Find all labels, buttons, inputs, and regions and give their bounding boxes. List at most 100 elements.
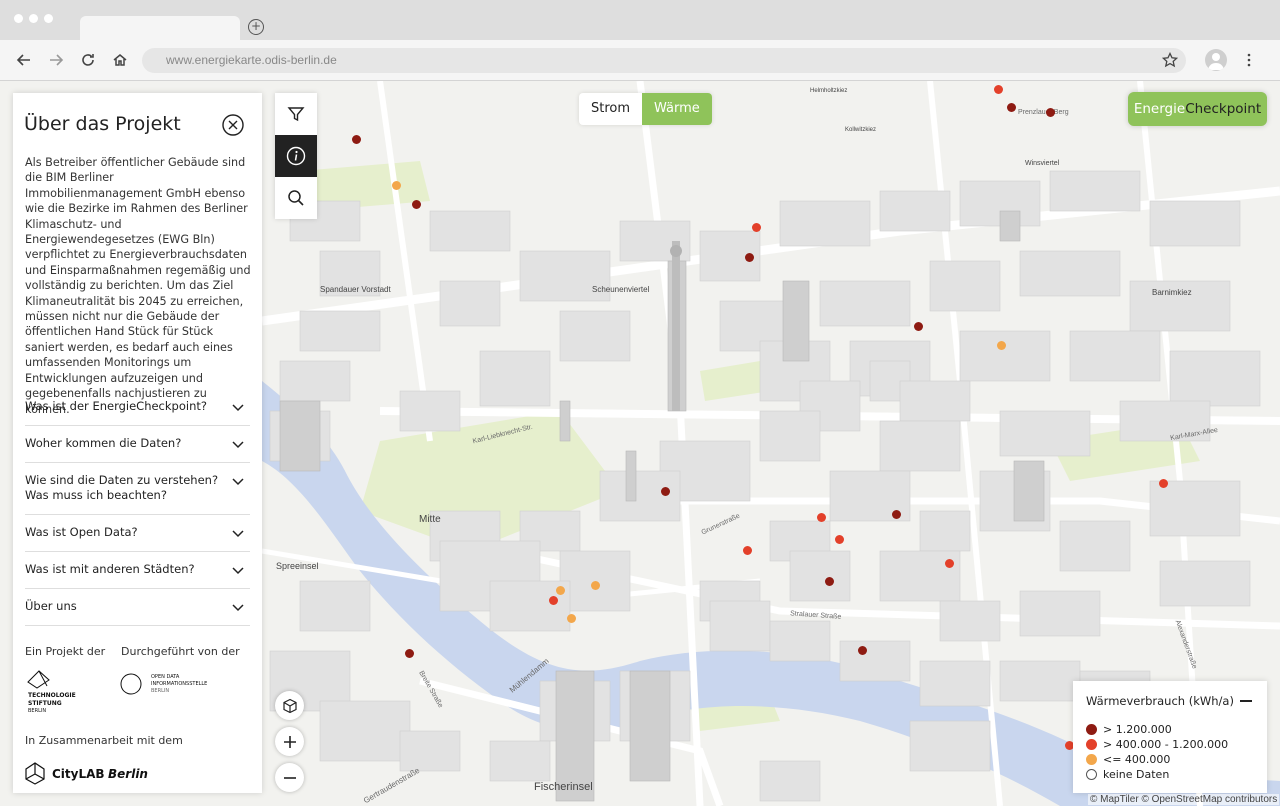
building-marker[interactable]: [817, 513, 826, 522]
chevron-down-icon: [232, 478, 244, 486]
map-label-spreeinsel: Spreeinsel: [276, 561, 319, 571]
building-marker[interactable]: [835, 535, 844, 544]
odis-logo-line: BERLIN: [151, 688, 169, 694]
odis-logo-line: INFORMATIONSSTELLE: [151, 681, 207, 687]
faq-label: Was ist der EnergieCheckpoint?: [25, 399, 207, 413]
close-icon[interactable]: [222, 114, 244, 136]
chevron-down-icon: [232, 604, 244, 612]
map-legend: Wärmeverbrauch (kWh/a) > 1.200.000 > 400…: [1073, 681, 1267, 793]
faq-item[interactable]: Was ist der EnergieCheckpoint?: [25, 389, 250, 426]
panel-title: Über das Projekt: [24, 113, 181, 135]
building-marker[interactable]: [661, 487, 670, 496]
3d-view-button[interactable]: [275, 691, 304, 720]
building-marker[interactable]: [352, 135, 361, 144]
building-marker[interactable]: [752, 223, 761, 232]
chevron-down-icon: [232, 441, 244, 449]
legend-label: keine Daten: [1103, 768, 1170, 781]
legend-item: > 1.200.000: [1086, 723, 1172, 736]
building-marker[interactable]: [549, 596, 558, 605]
building-marker[interactable]: [1046, 108, 1055, 117]
filter-button[interactable]: [275, 93, 317, 135]
building-marker[interactable]: [858, 646, 867, 655]
building-marker[interactable]: [392, 181, 401, 190]
profile-icon[interactable]: [1205, 49, 1227, 71]
toggle-strom[interactable]: Strom: [579, 93, 642, 125]
browser-nav-bar: www.energiekarte.odis-berlin.de: [0, 40, 1280, 81]
brand-badge: EnergieCheckpoint: [1128, 92, 1267, 126]
search-button[interactable]: [275, 177, 317, 219]
faq-item[interactable]: Was ist mit anderen Städten?: [25, 552, 250, 589]
building-marker[interactable]: [405, 649, 414, 658]
map-label-prenzlauer-berg: Prenzlauer Berg: [1018, 109, 1069, 116]
window-dot[interactable]: [14, 14, 23, 23]
building-marker[interactable]: [591, 581, 600, 590]
building-marker[interactable]: [825, 577, 834, 586]
legend-label: > 1.200.000: [1103, 723, 1172, 736]
window-dot[interactable]: [44, 14, 53, 23]
address-bar[interactable]: www.energiekarte.odis-berlin.de: [142, 48, 1186, 73]
legend-swatch: [1086, 739, 1097, 750]
star-icon[interactable]: [1160, 50, 1180, 70]
building-marker[interactable]: [412, 200, 421, 209]
tsb-logo-line: BERLIN: [28, 708, 46, 714]
citylab-logo[interactable]: CityLAB Berlin: [24, 761, 164, 785]
zoom-in-button[interactable]: [275, 727, 304, 756]
faq-item[interactable]: Was ist Open Data?: [25, 515, 250, 552]
map-label-kollwitzkiez: Kollwitzkiez: [845, 127, 877, 133]
window-controls[interactable]: [14, 14, 53, 23]
zoom-out-button[interactable]: [275, 763, 304, 792]
building-marker[interactable]: [1159, 479, 1168, 488]
map-attribution[interactable]: © MapTiler © OpenStreetMap contributors: [1088, 794, 1280, 805]
collapse-icon[interactable]: [1240, 700, 1252, 702]
search-icon: [288, 190, 304, 206]
building-marker[interactable]: [945, 559, 954, 568]
reload-icon[interactable]: [78, 50, 98, 70]
building-marker[interactable]: [745, 253, 754, 262]
odis-logo[interactable]: OPEN DATA INFORMATIONSSTELLE BERLIN: [120, 670, 220, 698]
building-marker[interactable]: [997, 341, 1006, 350]
map-label-mitte: Mitte: [419, 514, 441, 525]
chevron-down-icon: [232, 530, 244, 538]
building-marker[interactable]: [994, 85, 1003, 94]
brand-part-checkpoint: Checkpoint: [1185, 101, 1262, 117]
chevron-down-icon: [232, 404, 244, 412]
browser-tab-bar: +: [0, 0, 1280, 40]
info-panel: Über das Projekt Als Betreiber öffentlic…: [13, 93, 262, 793]
faq-label: Was ist mit anderen Städten?: [25, 562, 195, 576]
map-label-barnimkiez: Barnimkiez: [1152, 288, 1192, 297]
citylab-logo-word: CityLAB: [52, 767, 105, 781]
filter-icon: [287, 107, 305, 122]
faq-item[interactable]: Woher kommen die Daten?: [25, 426, 250, 463]
odis-logo-line: OPEN DATA: [151, 674, 180, 680]
faq-label: Wie sind die Daten zu verstehen? Was mus…: [25, 473, 219, 502]
brand-part-energie: Energie: [1133, 101, 1186, 117]
legend-swatch: [1086, 724, 1097, 735]
legend-item: <= 400.000: [1086, 753, 1170, 766]
toggle-waerme[interactable]: Wärme: [642, 93, 712, 125]
building-marker[interactable]: [556, 586, 565, 595]
building-marker[interactable]: [914, 322, 923, 331]
browser-tab[interactable]: [80, 16, 240, 40]
home-icon[interactable]: [110, 50, 130, 70]
faq-item[interactable]: Über uns: [25, 589, 250, 626]
info-button[interactable]: [275, 135, 317, 177]
map-label-helmholtzkiez: Helmholtzkiez: [810, 88, 848, 94]
building-marker[interactable]: [1007, 103, 1016, 112]
energy-type-toggle: Strom Wärme: [579, 93, 712, 125]
back-icon[interactable]: [14, 50, 34, 70]
building-marker[interactable]: [567, 614, 576, 623]
technologiestiftung-logo[interactable]: TECHNOLOGIE STIFTUNG BERLIN: [25, 668, 85, 714]
forward-icon[interactable]: [46, 50, 66, 70]
panel-description: Als Betreiber öffentlicher Gebäude sind …: [25, 156, 251, 416]
menu-icon[interactable]: [1239, 50, 1259, 70]
tsb-logo-line: TECHNOLOGIE: [28, 692, 76, 699]
building-marker[interactable]: [892, 510, 901, 519]
faq-item[interactable]: Wie sind die Daten zu verstehen? Was mus…: [25, 463, 250, 515]
legend-label: <= 400.000: [1103, 753, 1171, 766]
citylab-logo-word: Berlin: [108, 767, 148, 781]
window-dot[interactable]: [29, 14, 38, 23]
credit-done-by: Durchgeführt von der: [121, 645, 240, 658]
building-marker[interactable]: [743, 546, 752, 555]
new-tab-icon[interactable]: +: [248, 19, 264, 35]
faq-accordion: Was ist der EnergieCheckpoint? Woher kom…: [25, 389, 250, 626]
